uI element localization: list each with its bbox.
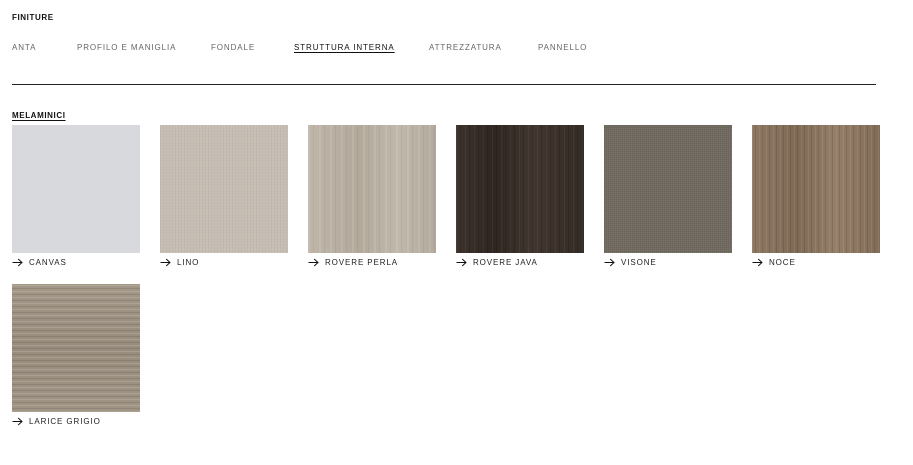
swatch-larice-grigio[interactable]: LARICE GRIGIO bbox=[12, 284, 140, 427]
swatch-caption[interactable]: ROVERE PERLA bbox=[308, 256, 436, 268]
swatch-visone[interactable]: VISONE bbox=[604, 125, 732, 268]
swatch-rovere-java[interactable]: ROVERE JAVA bbox=[456, 125, 584, 268]
swatch-label: VISONE bbox=[621, 257, 657, 267]
swatch-canvas[interactable]: CANVAS bbox=[12, 125, 140, 268]
swatch-caption[interactable]: CANVAS bbox=[12, 256, 140, 268]
tab-pannello[interactable]: PANNELLO bbox=[538, 43, 587, 52]
arrow-right-icon bbox=[12, 258, 23, 266]
swatch-image[interactable] bbox=[308, 125, 436, 253]
tab-anta[interactable]: ANTA bbox=[12, 43, 36, 52]
section-title: FINITURE bbox=[12, 13, 54, 22]
swatch-label: CANVAS bbox=[29, 257, 67, 267]
swatch-noce[interactable]: NOCE bbox=[752, 125, 880, 268]
tab-profilo-e-maniglia[interactable]: PROFILO E MANIGLIA bbox=[77, 43, 176, 52]
tab-attrezzatura[interactable]: ATTREZZATURA bbox=[429, 43, 502, 52]
swatch-caption[interactable]: NOCE bbox=[752, 256, 880, 268]
swatch-caption[interactable]: LARICE GRIGIO bbox=[12, 415, 140, 427]
swatch-image[interactable] bbox=[12, 125, 140, 253]
swatch-image[interactable] bbox=[456, 125, 584, 253]
swatch-label: NOCE bbox=[769, 257, 796, 267]
swatch-label: ROVERE JAVA bbox=[473, 257, 538, 267]
swatch-caption[interactable]: LINO bbox=[160, 256, 288, 268]
swatch-lino[interactable]: LINO bbox=[160, 125, 288, 268]
arrow-right-icon bbox=[160, 258, 171, 266]
swatch-label: LARICE GRIGIO bbox=[29, 416, 101, 426]
arrow-right-icon bbox=[604, 258, 615, 266]
swatch-label: LINO bbox=[177, 257, 200, 267]
swatch-image[interactable] bbox=[160, 125, 288, 253]
swatch-rovere-perla[interactable]: ROVERE PERLA bbox=[308, 125, 436, 268]
swatch-label: ROVERE PERLA bbox=[325, 257, 399, 267]
swatch-caption[interactable]: ROVERE JAVA bbox=[456, 256, 584, 268]
arrow-right-icon bbox=[308, 258, 319, 266]
tab-fondale[interactable]: FONDALE bbox=[211, 43, 255, 52]
swatch-image[interactable] bbox=[12, 284, 140, 412]
group-title: MELAMINICI bbox=[12, 111, 66, 120]
divider bbox=[12, 84, 876, 85]
tab-struttura-interna[interactable]: STRUTTURA INTERNA bbox=[294, 43, 395, 52]
swatch-image[interactable] bbox=[604, 125, 732, 253]
arrow-right-icon bbox=[456, 258, 467, 266]
swatch-image[interactable] bbox=[752, 125, 880, 253]
arrow-right-icon bbox=[752, 258, 763, 266]
arrow-right-icon bbox=[12, 417, 23, 425]
swatch-caption[interactable]: VISONE bbox=[604, 256, 732, 268]
